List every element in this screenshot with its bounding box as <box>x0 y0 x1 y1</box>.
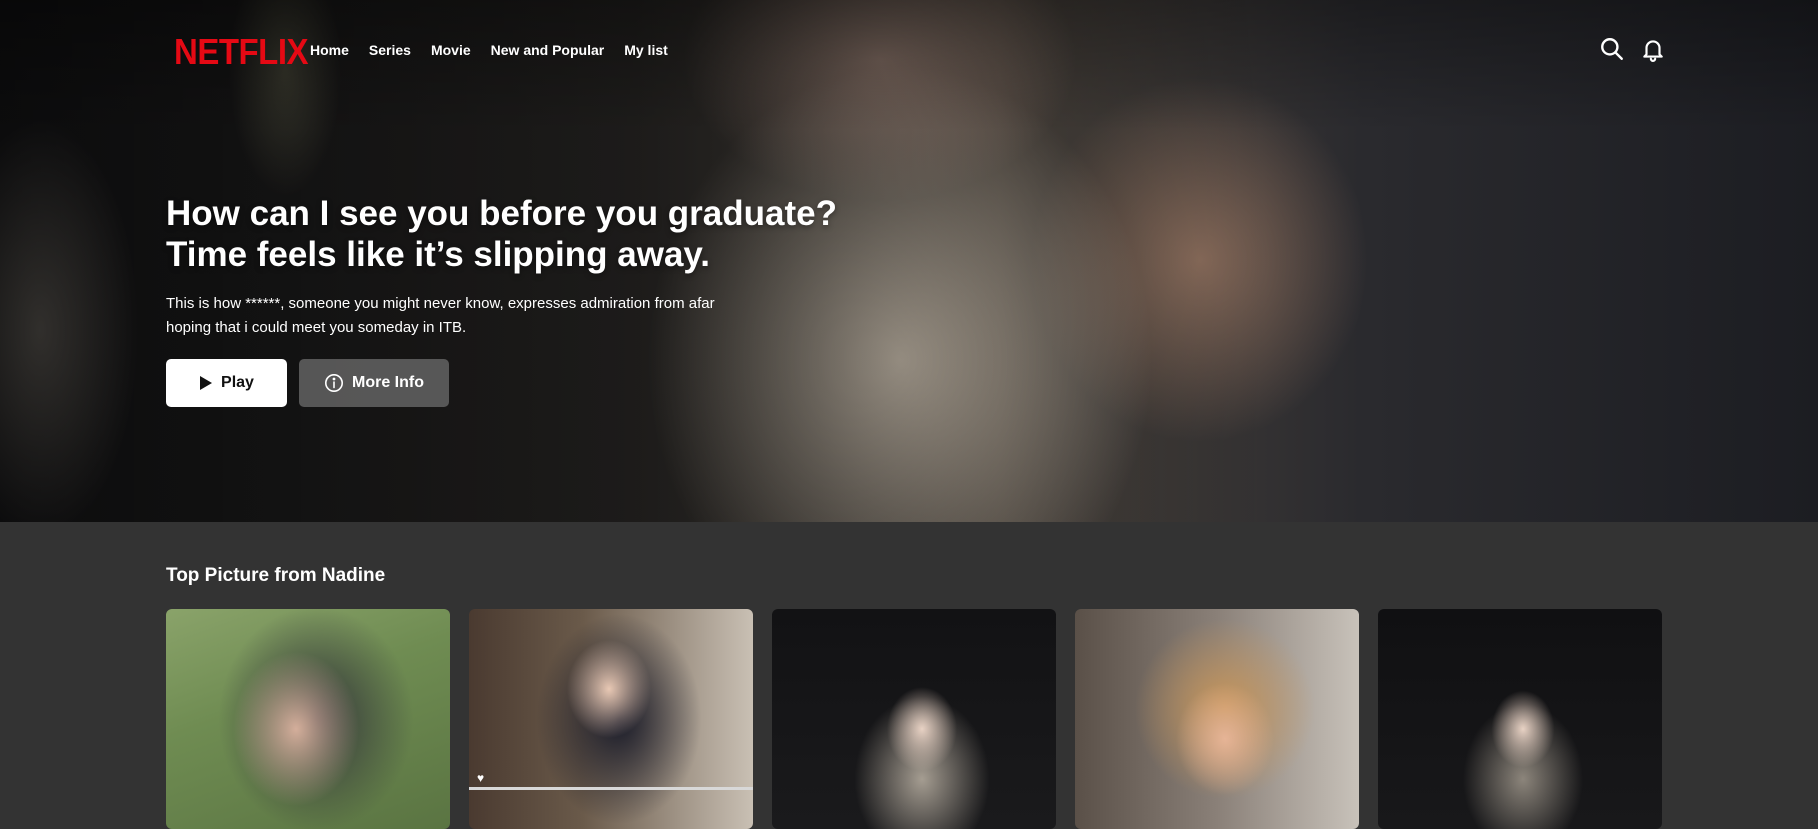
nav-item-series[interactable]: Series <box>369 42 411 58</box>
hero-title-line: How can I see you before you graduate? <box>166 194 837 233</box>
netflix-logo[interactable]: NETFLIX <box>174 31 309 73</box>
more-info-button-label: More Info <box>352 374 424 391</box>
hero-description-line: hoping that i could meet you someday in … <box>166 319 467 336</box>
play-button[interactable]: Play <box>166 359 287 407</box>
picture-card[interactable] <box>772 609 1056 829</box>
hero-actions: Play More Info <box>166 359 449 407</box>
nav-item-new-and-popular[interactable]: New and Popular <box>491 42 605 58</box>
heart-icon: ♥ <box>477 771 485 785</box>
row-title: Top Picture from Nadine <box>166 565 386 586</box>
main-nav: Home Series Movie New and Popular My lis… <box>310 42 688 58</box>
nav-item-my-list[interactable]: My list <box>624 42 668 58</box>
picture-card[interactable] <box>166 609 450 829</box>
bell-icon[interactable] <box>1640 36 1666 62</box>
picture-card[interactable]: ♥ <box>469 609 753 829</box>
hero-title-line: Time feels like it’s slipping away. <box>166 235 711 274</box>
more-info-button[interactable]: More Info <box>299 359 449 407</box>
play-button-label: Play <box>221 374 254 391</box>
nav-item-home[interactable]: Home <box>310 42 349 58</box>
hero-description: This is how ******, someone you might ne… <box>166 292 786 340</box>
hero-title: How can I see you before you graduate? T… <box>166 193 926 275</box>
picture-card[interactable] <box>1075 609 1359 829</box>
search-icon[interactable] <box>1599 36 1625 62</box>
card-divider <box>469 787 753 790</box>
info-icon <box>324 373 344 393</box>
play-icon <box>199 375 213 391</box>
top-navigation-bar: NETFLIX Home Series Movie New and Popula… <box>0 0 1818 100</box>
hero-description-line: This is how ******, someone you might ne… <box>166 295 715 312</box>
hero-banner: NETFLIX Home Series Movie New and Popula… <box>0 0 1818 522</box>
picture-row: ♥ <box>166 609 1662 829</box>
nav-item-movie[interactable]: Movie <box>431 42 471 58</box>
picture-card[interactable] <box>1378 609 1662 829</box>
